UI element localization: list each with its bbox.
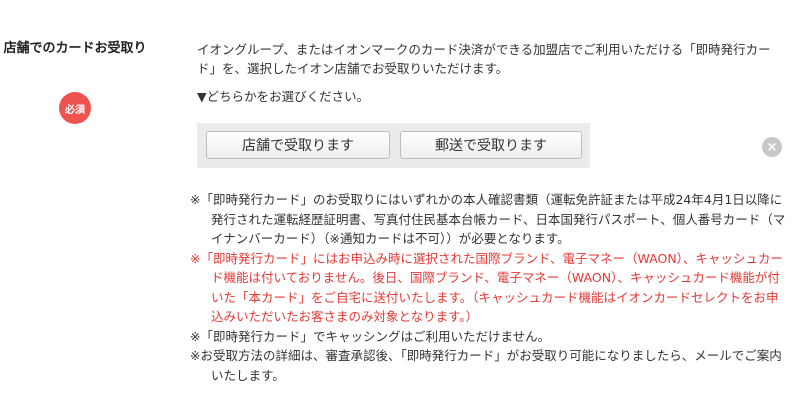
note-id-documents: ※「即時発行カード」のお受取りにはいずれかの本人確認書類（運転免許証または平成2… [190,192,786,246]
intro-text: イオングループ、またはイオンマークのカード決済ができる加盟店でご利用いただける「… [197,42,771,76]
note-card-features: ※「即時発行カード」にはお申込み時に選択された国際ブランド、電子マネー（WAON… [190,250,783,325]
clear-icon[interactable]: × [762,137,782,157]
store-pickup-button[interactable]: 店舗で受取ります [206,131,390,159]
receive-method-options: 店舗で受取ります 郵送で受取ります [197,123,590,168]
field-label: 店舗でのカードお受取り [3,41,147,56]
notes-list: ※「即時発行カード」のお受取りにはいずれかの本人確認書類（運転免許証または平成2… [190,190,786,385]
required-badge: 必須 [59,92,91,124]
mail-delivery-button[interactable]: 郵送で受取ります [400,131,582,159]
field-content: イオングループ、またはイオンマークのカード決済ができる加盟店でご利用いただける「… [197,40,787,105]
note-no-cashing: ※「即時発行カード」でキャッシングはご利用いただけません。 [190,328,551,344]
note-email-notice: ※お受取方法の詳細は、審査承認後、「即時発行カード」がお受取り可能になりましたら… [190,348,782,383]
choose-prompt: ▼どちらかをお選びください。 [197,89,370,104]
